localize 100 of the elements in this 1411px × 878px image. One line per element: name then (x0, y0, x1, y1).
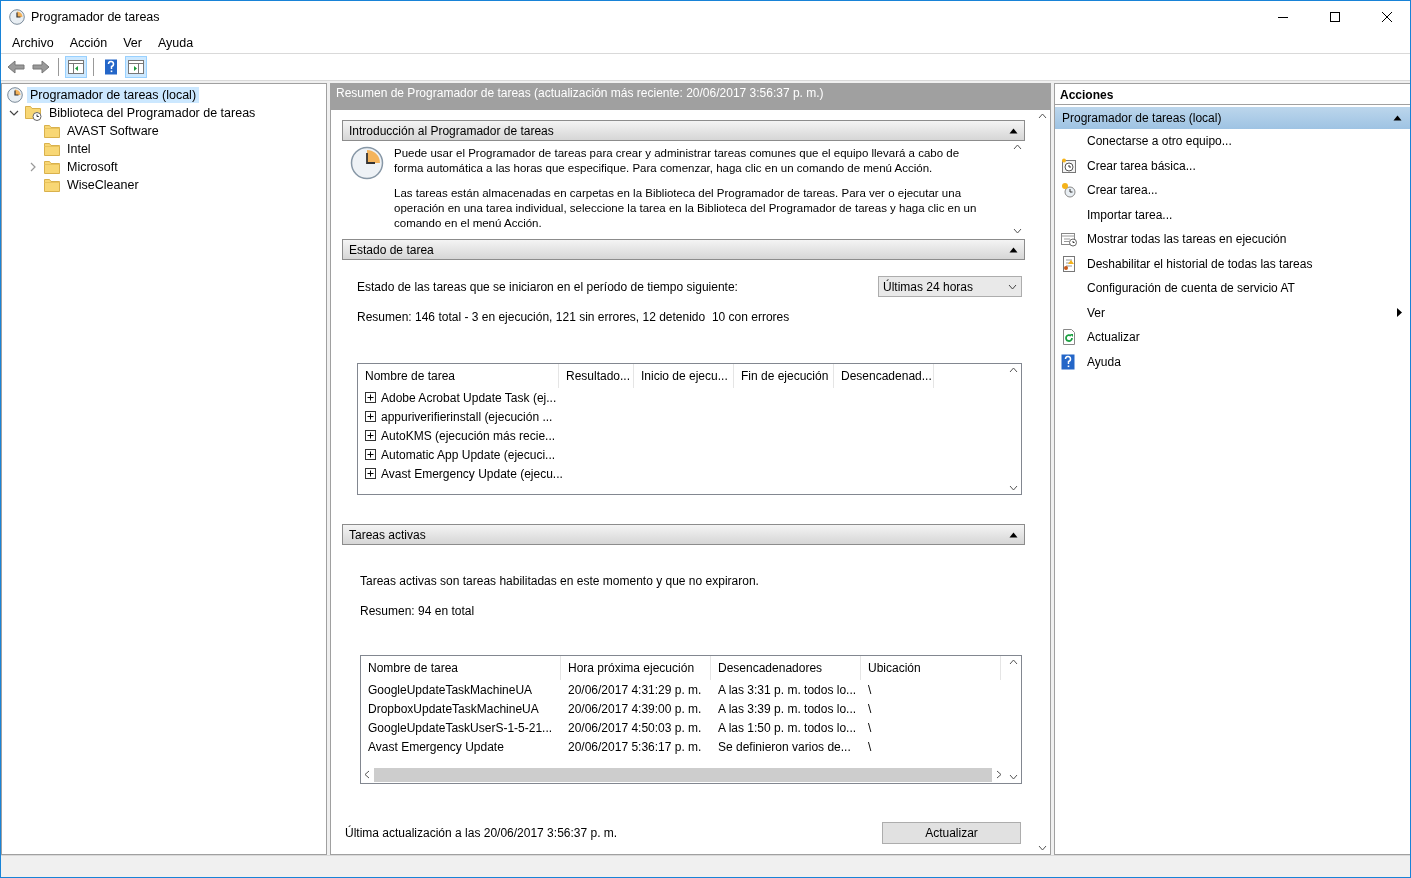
clock-icon (350, 146, 384, 180)
scroll-down-icon (1012, 228, 1022, 234)
action-link[interactable]: Ayuda (1087, 354, 1121, 369)
section-title: Introducción al Programador de tareas (349, 123, 554, 138)
column-header[interactable]: Inicio de ejecu... (634, 364, 734, 388)
actions-group-header[interactable]: Programador de tareas (local) (1055, 107, 1410, 129)
chevron-down-icon[interactable] (9, 109, 19, 117)
column-header[interactable]: Resultado... (559, 364, 634, 388)
action-link[interactable]: Mostrar todas las tareas en ejecución (1087, 232, 1287, 247)
table-cell: Avast Emergency Update (ejecu... (381, 466, 563, 481)
status-summary: Resumen: 146 total - 3 en ejecución, 121 sin errores, 12 detenido 10 con errores (357, 310, 791, 324)
menu-item[interactable]: Archivo (4, 35, 62, 50)
action-pane-button[interactable] (125, 56, 147, 78)
active-description: Tareas activas son tareas habilitadas en este momento y que no expiraron. (360, 574, 760, 588)
help-icon (1061, 353, 1075, 370)
table-cell-text: 20/06/2017 4:31:29 p. m. (567, 682, 703, 697)
calendar-clock-icon (1061, 157, 1077, 174)
tree-item[interactable]: AVAST Software (64, 123, 162, 139)
collapse-icon[interactable] (1009, 246, 1018, 253)
back-icon (7, 59, 25, 75)
chevron-right-icon[interactable] (29, 162, 37, 172)
table-cell-text: A las 3:31 p. m. todos lo... (717, 682, 858, 697)
scroll-up-icon (1008, 367, 1018, 373)
help-icon (102, 59, 120, 75)
expand-box-icon[interactable] (365, 468, 376, 479)
action-link[interactable]: Importar tarea... (1087, 207, 1173, 222)
menu-item[interactable]: Ayuda (150, 35, 202, 50)
intro-paragraph: Las tareas están almacenadas en carpetas en la Biblioteca del Programador de tareas. Para ver o ejecutar una operación en una tarea individual, seleccione la tarea en la Biblioteca del Programador de tareas y haga clic en un comando en el menú Acción. (394, 186, 978, 231)
maximize-icon (1330, 11, 1340, 22)
table-cell-text: 20/06/2017 4:39:00 p. m. (567, 701, 703, 716)
app-icon (9, 8, 25, 25)
column-header[interactable]: Desencadenad... (834, 364, 934, 388)
tree-item[interactable]: Microsoft (64, 159, 121, 175)
table-cell-text: Se definieron varios de... (717, 739, 852, 754)
column-header[interactable]: Desencadenadores (711, 656, 861, 680)
clock-icon (7, 87, 23, 103)
table-cell: appuriverifierinstall (ejecución ... (381, 409, 553, 424)
action-link[interactable]: Conectarse a otro equipo... (1087, 134, 1232, 149)
scroll-up-icon (1008, 659, 1018, 665)
column-header[interactable]: Hora próxima ejecución (561, 656, 711, 680)
action-link[interactable]: Crear tarea básica... (1087, 158, 1196, 173)
table-cell-text: \ (867, 682, 873, 697)
tree-item[interactable]: Programador de tareas (local) (27, 87, 200, 103)
period-dropdown[interactable]: Últimas 24 horas (878, 276, 1022, 297)
tree-item[interactable]: Intel (64, 141, 94, 157)
summary-header: Resumen de Programador de tareas (actualización más reciente: 20/06/2017 3:56:37 p. m.) (331, 84, 1050, 110)
console-tree-button[interactable] (65, 56, 87, 78)
status-prompt: Estado de las tareas que se iniciaron en el período de tiempo siguiente: (357, 279, 738, 294)
section-title: Tareas activas (349, 527, 426, 542)
scroll-right-icon (996, 770, 1002, 779)
table-cell-text: 20/06/2017 4:50:03 p. m. (567, 720, 703, 735)
table-cell: Adobe Acrobat Update Task (ej... (381, 390, 557, 405)
tree-item[interactable]: WiseCleaner (64, 177, 142, 193)
expand-box-icon[interactable] (365, 392, 376, 403)
active-summary: Resumen: 94 en total (360, 604, 476, 618)
collapse-icon[interactable] (1393, 115, 1402, 121)
clock-star-icon (1061, 182, 1077, 199)
tree-item[interactable]: Biblioteca del Programador de tareas (46, 105, 259, 121)
expand-box-icon[interactable] (365, 411, 376, 422)
action-link[interactable]: Crear tarea... (1087, 183, 1158, 198)
table-cell-text: GoogleUpdateTaskUserS-1-5-21... (367, 720, 554, 735)
section-header[interactable]: Tareas activas (342, 524, 1025, 545)
action-link[interactable]: Configuración de cuenta de servicio AT (1087, 281, 1295, 296)
table-cell-text: A las 1:50 p. m. todos lo... (717, 720, 858, 735)
scroll-down-icon (1008, 485, 1018, 491)
table-cell: Automatic App Update (ejecuci... (381, 447, 556, 462)
folder-icon (44, 124, 60, 138)
column-header[interactable]: Fin de ejecución (734, 364, 834, 388)
action-link[interactable]: Actualizar (1087, 330, 1140, 345)
folder-icon (44, 160, 60, 174)
section-title: Estado de tarea (349, 242, 434, 257)
action-link[interactable]: Ver (1087, 305, 1105, 320)
expand-box-icon[interactable] (365, 449, 376, 460)
action-link[interactable]: Deshabilitar el historial de todas las tareas (1087, 256, 1313, 271)
collapse-icon[interactable] (1009, 531, 1018, 538)
table-cell-text: DropboxUpdateTaskMachineUA (367, 701, 540, 716)
scroll-left-icon (364, 770, 370, 779)
expand-box-icon[interactable] (365, 430, 376, 441)
scroll-down-icon (1008, 774, 1018, 780)
actions-title: Acciones (1055, 84, 1410, 105)
section-header[interactable]: Estado de tarea (342, 239, 1025, 260)
forward-icon (32, 59, 50, 75)
section-header[interactable]: Introducción al Programador de tareas (342, 120, 1025, 141)
refresh-button[interactable]: Actualizar (882, 822, 1021, 844)
last-update-text: Última actualización a las 20/06/2017 3:56:37 p. m. (345, 826, 618, 840)
table-cell-text: Avast Emergency Update (367, 739, 505, 754)
console-tree-icon (67, 59, 85, 75)
column-header[interactable]: Nombre de tarea (361, 656, 561, 680)
scroll-up-icon (1037, 113, 1047, 119)
column-header[interactable]: Nombre de tarea (358, 364, 559, 388)
menu-item[interactable]: Acción (61, 35, 116, 50)
menu-item[interactable]: Ver (115, 35, 150, 50)
column-header[interactable]: Ubicación (861, 656, 1001, 680)
collapse-icon[interactable] (1009, 127, 1018, 134)
table-cell-text: \ (867, 739, 873, 754)
refresh-icon (1061, 329, 1077, 346)
folder-clock-icon (25, 105, 42, 121)
action-pane-icon (127, 59, 145, 75)
table-cell-text: \ (867, 701, 873, 716)
submenu-arrow-icon (1397, 308, 1402, 318)
